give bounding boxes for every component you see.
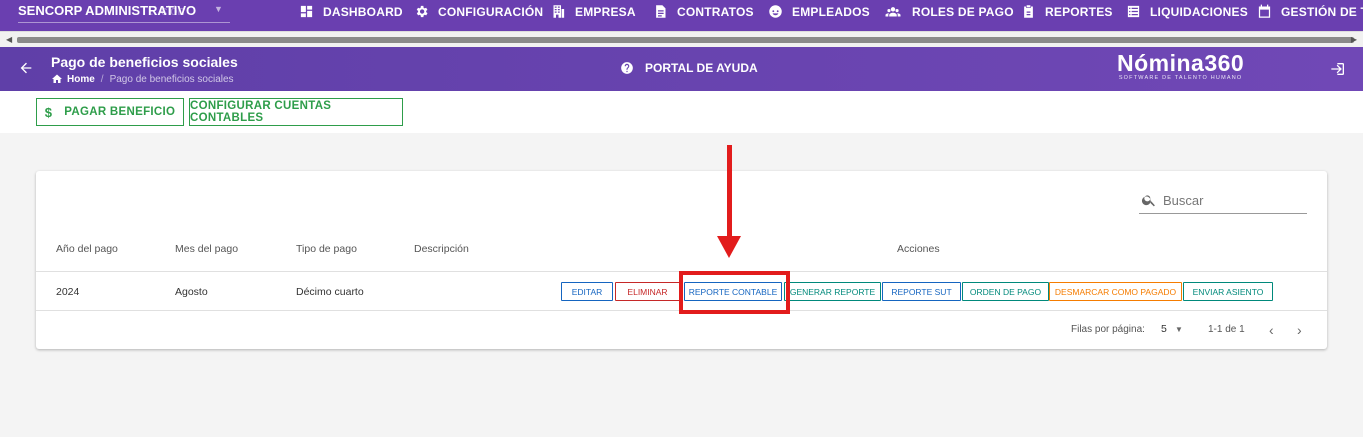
dashboard-icon: [300, 5, 313, 18]
send-entry-button[interactable]: ENVIAR ASIENTO: [1183, 282, 1273, 301]
brand-logo: Nómina360 SOFTWARE DE TALENTO HUMANO: [1117, 50, 1244, 81]
nav-item-reportes[interactable]: REPORTES: [1021, 0, 1113, 23]
nav-item-label: EMPLEADOS: [792, 4, 870, 19]
help-icon: [621, 62, 633, 74]
nav-item-gestion[interactable]: GESTIÓN DE T: [1257, 0, 1363, 23]
nav-item-configuracion[interactable]: CONFIGURACIÓN: [414, 0, 543, 23]
cell-month: Agosto: [175, 286, 208, 298]
annotation-arrow-shaft: [727, 145, 732, 238]
home-icon[interactable]: [51, 73, 63, 85]
logout-icon[interactable]: [1330, 61, 1346, 77]
nav-item-label: EMPRESA: [575, 4, 636, 19]
horizontal-scrollbar[interactable]: ◀ ▶: [0, 31, 1363, 47]
configure-accounts-button[interactable]: CONFIGURAR CUENTAS CONTABLES: [189, 98, 403, 126]
cell-year: 2024: [56, 286, 80, 298]
nav-item-label: CONFIGURACIÓN: [438, 4, 544, 19]
brand-name: Nómina360: [1117, 50, 1245, 76]
breadcrumb-separator: /: [100, 73, 104, 85]
benefits-table-card: Buscar Año del pago Mes del pago Tipo de…: [36, 171, 1327, 349]
annotation-highlight-box: [679, 271, 790, 314]
column-header-type[interactable]: Tipo de pago: [296, 243, 357, 255]
scroll-left-arrow-icon[interactable]: ◀: [6, 35, 12, 44]
rows-per-page-label: Filas por página:: [1071, 324, 1145, 335]
sut-report-button[interactable]: REPORTE SUT: [882, 282, 961, 301]
action-bar: $ PAGAR BENEFICIO CONFIGURAR CUENTAS CON…: [0, 91, 1363, 133]
previous-page-icon[interactable]: ‹: [1269, 322, 1274, 338]
column-header-description[interactable]: Descripción: [414, 243, 469, 255]
list-icon: [1127, 5, 1140, 18]
delete-button[interactable]: ELIMINAR: [615, 282, 680, 301]
nav-item-label: REPORTES: [1045, 4, 1113, 19]
clipboard-icon: [1024, 5, 1033, 18]
face-icon: [769, 5, 782, 18]
nav-item-dashboard[interactable]: DASHBOARD: [299, 0, 403, 23]
search-input[interactable]: Buscar: [1139, 187, 1307, 214]
contract-icon: [656, 5, 666, 18]
column-header-year[interactable]: Año del pago: [56, 243, 118, 255]
building-icon: [553, 5, 565, 18]
nav-item-roles-de-pago[interactable]: ROLES DE PAGO: [883, 0, 1014, 23]
company-selector-overlap-text: ...ción: [150, 3, 185, 18]
scrollbar-thumb[interactable]: [17, 37, 1354, 43]
breadcrumb-home[interactable]: Home: [67, 74, 95, 85]
cell-type: Décimo cuarto: [296, 286, 364, 298]
help-portal-link[interactable]: PORTAL DE AYUDA: [620, 61, 758, 75]
nav-item-label: GESTIÓN DE T: [1281, 4, 1363, 19]
breadcrumb: Home / Pago de beneficios sociales: [51, 73, 234, 85]
pay-benefit-button[interactable]: $ PAGAR BENEFICIO: [36, 98, 184, 126]
nav-item-empleados[interactable]: EMPLEADOS: [768, 0, 870, 23]
company-selector-underline: [18, 22, 230, 23]
nav-item-contratos[interactable]: CONTRATOS: [653, 0, 754, 23]
top-navigation: SENCORP ADMINISTRATIVO ...ción ▼ DASHBOA…: [0, 0, 1363, 31]
back-arrow-icon[interactable]: [18, 60, 34, 76]
brand-tagline: SOFTWARE DE TALENTO HUMANO: [1118, 75, 1243, 81]
payment-order-button[interactable]: ORDEN DE PAGO: [962, 282, 1049, 301]
calendar-icon: [1258, 4, 1271, 18]
nav-item-liquidaciones[interactable]: LIQUIDACIONES: [1126, 0, 1248, 23]
rows-per-page-select[interactable]: 5: [1161, 323, 1167, 335]
nav-item-label: LIQUIDACIONES: [1150, 4, 1248, 19]
annotation-arrow-head: [717, 236, 741, 258]
generate-report-button[interactable]: GENERAR REPORTE: [784, 282, 881, 301]
unmark-paid-button[interactable]: DESMARCAR COMO PAGADO: [1049, 282, 1182, 301]
nav-item-label: DASHBOARD: [323, 4, 403, 19]
configure-accounts-label: CONFIGURAR CUENTAS CONTABLES: [190, 100, 332, 124]
breadcrumb-current: Pago de beneficios sociales: [109, 73, 234, 85]
dollar-icon: $: [44, 104, 53, 120]
group-icon: [885, 7, 901, 17]
chevron-down-icon[interactable]: ▼: [214, 4, 223, 14]
pagination-range: 1-1 de 1: [1208, 324, 1245, 335]
nav-item-empresa[interactable]: EMPRESA: [551, 0, 636, 23]
page-header: Pago de beneficios sociales Home / Pago …: [0, 47, 1363, 91]
nav-item-label: CONTRATOS: [677, 4, 754, 19]
help-portal-label: PORTAL DE AYUDA: [645, 61, 758, 75]
chevron-down-icon[interactable]: ▼: [1175, 325, 1183, 334]
gear-icon: [416, 5, 428, 18]
edit-button[interactable]: EDITAR: [561, 282, 613, 301]
column-header-actions: Acciones: [897, 243, 940, 255]
search-placeholder: Buscar: [1163, 192, 1204, 208]
page-title: Pago de beneficios sociales: [51, 54, 238, 70]
pay-benefit-label: PAGAR BENEFICIO: [64, 106, 176, 118]
search-icon: [1141, 195, 1155, 207]
next-page-icon[interactable]: ›: [1297, 322, 1302, 338]
nav-item-label: ROLES DE PAGO: [912, 4, 1014, 19]
column-header-month[interactable]: Mes del pago: [175, 243, 238, 255]
scroll-right-arrow-icon[interactable]: ▶: [1351, 35, 1357, 44]
